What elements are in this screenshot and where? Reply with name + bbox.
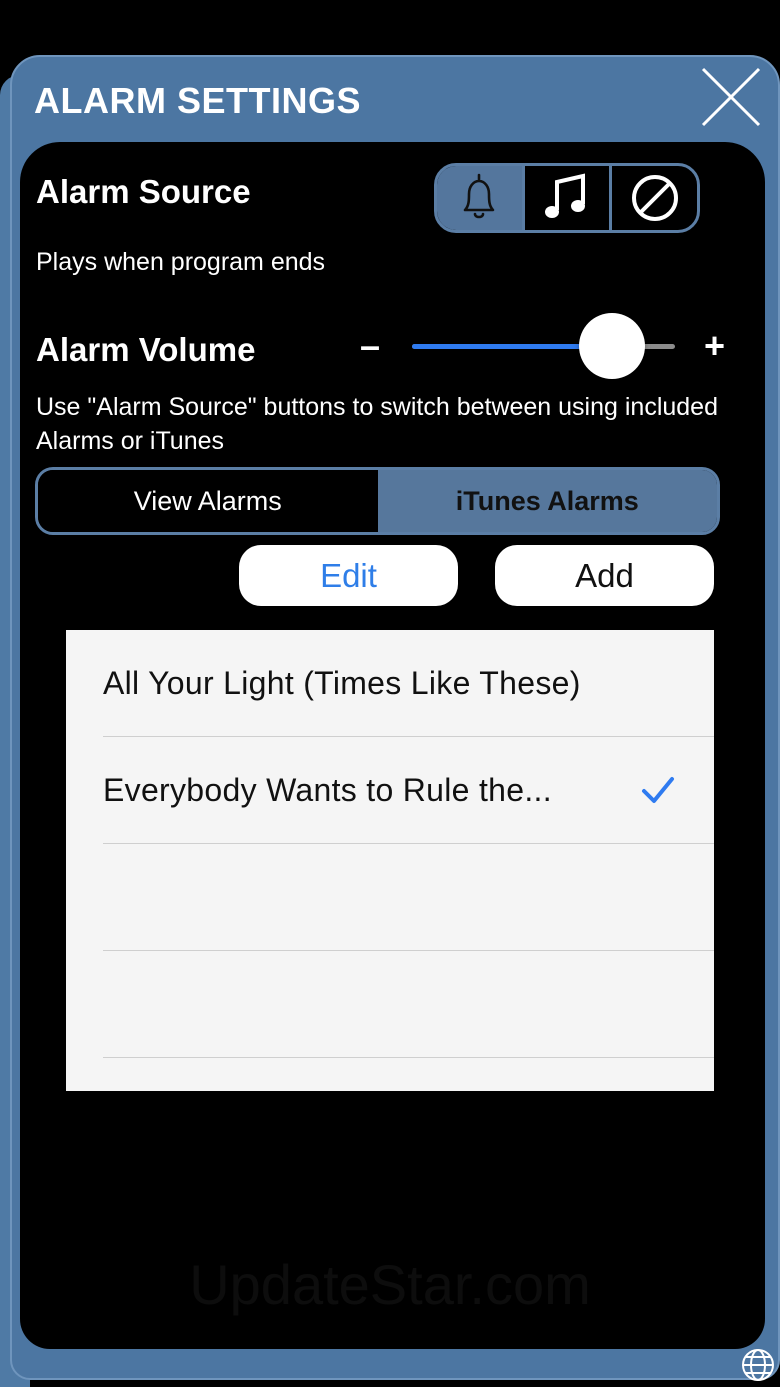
alarm-source-help-text: Use "Alarm Source" buttons to switch bet… [36,393,718,455]
alarm-source-none-button[interactable] [609,166,697,230]
close-icon [701,67,761,127]
no-symbol-icon [631,175,678,221]
volume-slider[interactable] [412,313,675,379]
volume-down-button[interactable]: – [360,325,380,367]
list-item[interactable]: All Your Light (Times Like These) [103,630,714,737]
alarm-source-buttons [434,163,700,233]
alarm-volume-label: Alarm Volume [36,331,256,368]
edit-button[interactable]: Edit [239,545,458,606]
tab-view-alarms[interactable]: View Alarms [38,470,378,532]
alarm-source-subtitle: Plays when program ends [36,248,326,276]
watermark: UpdateStar.com [189,1253,591,1316]
alarm-source-bell-button[interactable] [437,166,522,230]
tab-itunes-alarms[interactable]: iTunes Alarms [377,470,717,532]
panel-title: ALARM SETTINGS [34,80,361,121]
volume-slider-thumb[interactable] [578,313,645,379]
alarm-list-segmented-control: View Alarms iTunes Alarms [35,467,720,535]
close-button[interactable] [700,66,762,128]
itunes-alarm-list: All Your Light (Times Like These) Everyb… [66,630,714,1091]
checkmark-icon [642,777,674,803]
alarm-source-label: Alarm Source [36,173,251,210]
song-title: All Your Light (Times Like These) [103,664,581,701]
add-button[interactable]: Add [495,545,714,606]
volume-up-button[interactable]: + [704,325,725,367]
list-item[interactable] [103,844,714,951]
alarm-source-music-button[interactable] [521,166,610,230]
list-item[interactable]: Everybody Wants to Rule the... [103,737,714,844]
globe-icon [742,1349,774,1381]
bell-icon [464,173,495,219]
list-item[interactable] [103,951,714,1058]
song-title: Everybody Wants to Rule the... [103,771,552,808]
music-note-icon [545,173,585,218]
